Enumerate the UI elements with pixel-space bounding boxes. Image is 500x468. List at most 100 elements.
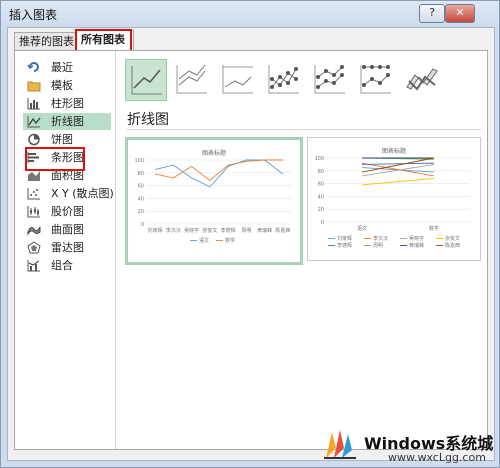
3d-line-icon: [406, 68, 438, 91]
sidebar-item-label: 饼图: [51, 133, 73, 146]
series-line: [361, 162, 435, 165]
subtype-stacked-line-with-markers[interactable]: [309, 59, 349, 99]
x-tick-label: 刘家辉: [148, 227, 163, 234]
sidebar-item-pie[interactable]: 饼图: [23, 131, 111, 148]
sidebar-item-column[interactable]: 柱形图: [23, 95, 111, 112]
folder-icon: [27, 81, 41, 92]
subtype-stacked-line[interactable]: [171, 59, 211, 99]
tab-all-charts[interactable]: 所有图表: [76, 30, 134, 51]
percent-stacked-line-icon: [222, 65, 253, 94]
site-watermark: Windows系统城 www.wxcLgg.com: [318, 424, 496, 468]
series-line: [155, 159, 283, 182]
chart-type-list: 最近 模板 柱形图 折线图 饼图 条形图 面积图 X Y (散点图) 股价图 曲…: [15, 51, 116, 449]
preview-line-chart: 100 80 60 40 20 0 刘家辉 李沉沉 吴晓宇 张俊文 李德辉 周明 黄瑞峰 陈嘉西语文 数学: [134, 158, 292, 244]
sidebar-item-label: 组合: [51, 259, 73, 272]
sidebar-item-line[interactable]: 折线图: [23, 113, 111, 130]
combo-chart-icon: [27, 260, 40, 272]
preview-line-chart: 100 80 60 40 20 0 语文 数学刘家辉 李沉沉 吴晓宇 张俊文李德辉 周明 黄瑞峰 陈嘉西: [314, 156, 470, 249]
legend-label: 周明: [373, 243, 383, 249]
legend-label: 张俊文: [445, 235, 460, 242]
y-tick-label: 0: [321, 220, 324, 226]
help-button[interactable]: ?: [419, 4, 445, 23]
sidebar-item-surface[interactable]: 曲面图: [23, 221, 111, 238]
line-chart-icon: [27, 116, 41, 128]
tab-recommended-charts[interactable]: 推荐的图表: [14, 32, 78, 51]
radar-chart-icon: [27, 241, 41, 254]
sidebar-item-area[interactable]: 面积图: [23, 167, 111, 184]
legend-label: 吴晓宇: [409, 235, 424, 242]
dialog-body: 推荐的图表 所有图表 最近 模板 柱形图 折线图 饼图 条形图 面积图 X Y …: [7, 27, 495, 461]
line-icon: [131, 66, 162, 95]
x-tick-label: 陈嘉西: [275, 227, 290, 234]
series-line: [361, 178, 435, 186]
y-tick-label: 100: [134, 158, 144, 164]
subtype-100-stacked-line-with-markers[interactable]: [355, 59, 395, 99]
y-tick-label: 60: [318, 182, 324, 188]
x-tick-label: 周明: [241, 228, 251, 234]
sidebar-item-label: 最近: [51, 61, 73, 74]
x-tick-label: 语文: [357, 225, 367, 232]
stock-chart-icon: [27, 206, 40, 218]
x-tick-label: 张俊文: [202, 227, 217, 234]
legend-label: 黄瑞峰: [409, 242, 424, 249]
dialog-title: 插入图表: [9, 8, 58, 22]
x-tick-label: 李沉沉: [166, 227, 181, 234]
x-tick-label: 李德辉: [221, 227, 236, 234]
windows-logo-icon: [324, 430, 356, 459]
pie-chart-icon: [28, 133, 40, 146]
x-tick-label: 黄瑞峰: [257, 227, 272, 234]
subtype-3d-line[interactable]: [401, 59, 441, 99]
legend-label: 刘家辉: [337, 235, 352, 242]
close-button[interactable]: ✕: [445, 4, 475, 23]
surface-chart-icon: [27, 226, 41, 236]
y-tick-label: 20: [318, 207, 324, 213]
sidebar-item-label: 条形图: [51, 151, 84, 164]
divider: [127, 129, 481, 130]
sidebar-item-radar[interactable]: 雷达图: [23, 239, 111, 256]
watermark-url: www.wxcLgg.com: [388, 451, 486, 464]
legend-label: 语文: [199, 237, 209, 244]
sidebar-item-label: 柱形图: [51, 97, 84, 110]
sidebar-item-bar[interactable]: 条形图: [23, 149, 111, 166]
legend-label: 数学: [225, 237, 235, 244]
y-tick-label: 100: [314, 156, 324, 162]
x-tick-label: 吴晓宇: [184, 227, 199, 234]
subtype-line[interactable]: [125, 59, 167, 101]
sidebar-item-label: 折线图: [51, 115, 84, 128]
sidebar-item-combo[interactable]: 组合: [23, 257, 111, 274]
y-tick-label: 40: [138, 196, 144, 202]
chart-type-heading: 折线图: [127, 112, 169, 128]
sidebar-item-templates[interactable]: 模板: [23, 77, 111, 94]
legend-label: 李德辉: [337, 242, 352, 249]
y-tick-label: 80: [138, 171, 144, 177]
legend-label: 李沉沉: [373, 235, 388, 242]
y-tick-label: 40: [318, 194, 324, 200]
scatter-chart-icon: [27, 188, 40, 200]
line-with-markers-icon: [268, 65, 299, 94]
sidebar-item-label: 面积图: [51, 169, 84, 182]
stacked-line-with-markers-icon: [314, 65, 345, 94]
stacked-line-icon: [176, 64, 207, 94]
y-tick-label: 0: [141, 222, 144, 228]
subtype-line-with-markers[interactable]: [263, 59, 303, 99]
all-charts-panel: 最近 模板 柱形图 折线图 饼图 条形图 面积图 X Y (散点图) 股价图 曲…: [14, 50, 488, 450]
sidebar-item-label: 雷达图: [51, 241, 84, 254]
sidebar-item-recent[interactable]: 最近: [23, 59, 111, 76]
chart-preview-by-column[interactable]: 图表标题 100 80 60 40 20 0 语文 数学 刘家辉 李沉沉 吴晓宇 张俊文 李德辉 周明 黄瑞…: [307, 137, 481, 261]
y-tick-label: 60: [138, 184, 144, 190]
percent-stacked-line-with-markers-icon: [360, 65, 391, 94]
area-chart-icon: [28, 171, 40, 181]
sidebar-item-scatter[interactable]: X Y (散点图): [23, 185, 114, 202]
series-line: [155, 159, 284, 188]
bar-chart-icon: [27, 152, 39, 163]
subtype-100-stacked-line[interactable]: [217, 59, 257, 99]
sidebar-item-stock[interactable]: 股价图: [23, 203, 111, 220]
recent-icon: [27, 62, 39, 72]
sidebar-item-label: 模板: [51, 79, 73, 92]
title-bar: 插入图表 ? ✕: [1, 1, 499, 25]
y-tick-label: 80: [318, 169, 324, 175]
sidebar-item-label: X Y (散点图): [51, 187, 114, 200]
chart-preview-by-row[interactable]: 图表标题 100 80 60 40 20 0 刘家辉 李沉沉 吴晓宇 张俊文 李德辉 周明 黄瑞峰 陈嘉西…: [125, 137, 303, 265]
sidebar-item-label: 曲面图: [51, 223, 84, 236]
column-chart-icon: [27, 98, 40, 110]
